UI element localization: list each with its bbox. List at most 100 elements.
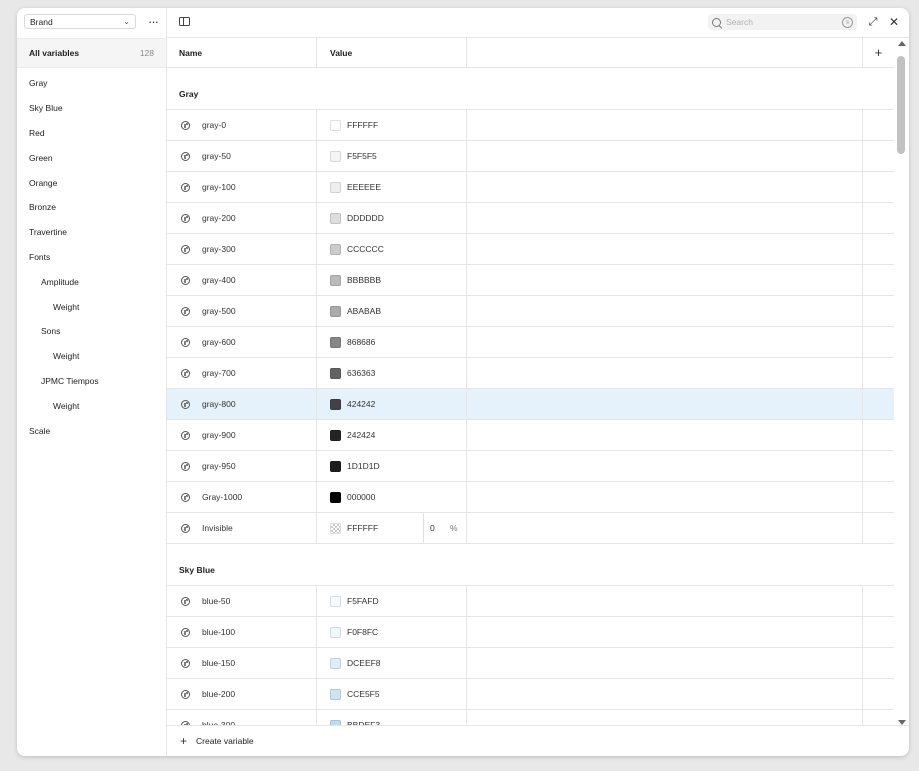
color-swatch[interactable] <box>330 522 341 534</box>
table-row[interactable]: Invisible FFFFFF 0% <box>167 513 894 544</box>
sidebar-item-green[interactable]: Green <box>17 145 166 170</box>
value-cell[interactable]: FFFFFF <box>317 110 467 140</box>
table-row[interactable]: blue-50 F5FAFD <box>167 586 894 617</box>
sidebar-item-weight[interactable]: Weight <box>17 294 166 319</box>
filter-icon[interactable]: ≡ <box>842 17 853 28</box>
table-row[interactable]: gray-500 ABABAB <box>167 296 894 327</box>
color-swatch[interactable] <box>330 305 341 317</box>
sidebar-item-sons[interactable]: Sons <box>17 319 166 344</box>
sidebar-item-scale[interactable]: Scale <box>17 418 166 443</box>
name-cell[interactable]: Gray-1000 <box>167 482 317 512</box>
name-cell[interactable]: gray-200 <box>167 203 317 233</box>
sidebar-toggle-icon[interactable] <box>179 17 190 26</box>
sidebar-item-amplitude[interactable]: Amplitude <box>17 269 166 294</box>
name-cell[interactable]: blue-300 <box>167 710 317 725</box>
value-cell[interactable]: F5F5F5 <box>317 141 467 171</box>
table-row[interactable]: gray-50 F5F5F5 <box>167 141 894 172</box>
table-row[interactable]: gray-700 636363 <box>167 358 894 389</box>
value-cell[interactable]: ABABAB <box>317 296 467 326</box>
color-swatch[interactable] <box>330 243 341 255</box>
sidebar-item-weight[interactable]: Weight <box>17 393 166 418</box>
create-variable-button[interactable]: + Create variable <box>167 725 909 756</box>
value-cell[interactable]: 868686 <box>317 327 467 357</box>
color-swatch[interactable] <box>330 119 341 131</box>
name-cell[interactable]: gray-950 <box>167 451 317 481</box>
table-row[interactable]: blue-150 DCEEF8 <box>167 648 894 679</box>
name-cell[interactable]: blue-50 <box>167 586 317 616</box>
name-cell[interactable]: Invisible <box>167 513 317 543</box>
name-cell[interactable]: blue-150 <box>167 648 317 678</box>
name-cell[interactable]: gray-700 <box>167 358 317 388</box>
name-cell[interactable]: gray-800 <box>167 389 317 419</box>
sidebar-item-orange[interactable]: Orange <box>17 170 166 195</box>
table-row[interactable]: blue-300 BBDEF3 <box>167 710 894 725</box>
sidebar-item-sky-blue[interactable]: Sky Blue <box>17 96 166 121</box>
sidebar-item-weight[interactable]: Weight <box>17 344 166 369</box>
value-cell[interactable]: DDDDDD <box>317 203 467 233</box>
sidebar-item-red[interactable]: Red <box>17 121 166 146</box>
color-swatch[interactable] <box>330 429 341 441</box>
table-row[interactable]: gray-800 424242 <box>167 389 894 420</box>
value-cell[interactable]: CCCCCC <box>317 234 467 264</box>
table-row[interactable]: gray-200 DDDDDD <box>167 203 894 234</box>
color-swatch[interactable] <box>330 688 341 700</box>
value-cell[interactable]: 000000 <box>317 482 467 512</box>
color-swatch[interactable] <box>330 336 341 348</box>
sidebar-item-bronze[interactable]: Bronze <box>17 195 166 220</box>
value-cell[interactable]: 1D1D1D <box>317 451 467 481</box>
search-input[interactable] <box>726 17 836 27</box>
color-swatch[interactable] <box>330 150 341 162</box>
color-swatch[interactable] <box>330 274 341 286</box>
value-cell[interactable]: CCE5F5 <box>317 679 467 709</box>
value-cell[interactable]: 636363 <box>317 358 467 388</box>
expand-icon[interactable]: ⤢ <box>866 15 880 29</box>
table-row[interactable]: gray-400 BBBBBB <box>167 265 894 296</box>
color-swatch[interactable] <box>330 626 341 638</box>
color-swatch[interactable] <box>330 491 341 503</box>
value-cell[interactable]: DCEEF8 <box>317 648 467 678</box>
name-cell[interactable]: gray-900 <box>167 420 317 450</box>
value-cell[interactable]: FFFFFF 0% <box>317 513 467 543</box>
close-icon[interactable]: ✕ <box>887 15 901 29</box>
sidebar-item-gray[interactable]: Gray <box>17 71 166 96</box>
color-swatch[interactable] <box>330 460 341 472</box>
table-row[interactable]: gray-100 EEEEEE <box>167 172 894 203</box>
name-cell[interactable]: gray-300 <box>167 234 317 264</box>
table-row[interactable]: Gray-1000 000000 <box>167 482 894 513</box>
collection-select[interactable]: Brand ⌄ <box>24 14 136 29</box>
name-cell[interactable]: gray-400 <box>167 265 317 295</box>
more-icon[interactable]: ··· <box>143 14 163 29</box>
value-cell[interactable]: F0F8FC <box>317 617 467 647</box>
name-cell[interactable]: gray-0 <box>167 110 317 140</box>
search-box[interactable]: ≡ <box>708 14 857 30</box>
name-cell[interactable]: gray-100 <box>167 172 317 202</box>
value-cell[interactable]: BBBBBB <box>317 265 467 295</box>
scrollbar-thumb[interactable] <box>897 56 905 154</box>
name-cell[interactable]: blue-200 <box>167 679 317 709</box>
table-row[interactable]: blue-200 CCE5F5 <box>167 679 894 710</box>
color-swatch[interactable] <box>330 181 341 193</box>
add-column-button[interactable]: + <box>863 38 894 67</box>
sidebar-item-jpmc-tiempos[interactable]: JPMC Tiempos <box>17 369 166 394</box>
name-cell[interactable]: blue-100 <box>167 617 317 647</box>
sidebar-item-travertine[interactable]: Travertine <box>17 220 166 245</box>
value-cell[interactable]: 424242 <box>317 389 467 419</box>
table-row[interactable]: gray-950 1D1D1D <box>167 451 894 482</box>
color-swatch[interactable] <box>330 212 341 224</box>
value-cell[interactable]: EEEEEE <box>317 172 467 202</box>
scrollbar[interactable] <box>895 38 909 725</box>
table-row[interactable]: gray-900 242424 <box>167 420 894 451</box>
name-cell[interactable]: gray-50 <box>167 141 317 171</box>
color-swatch[interactable] <box>330 398 341 410</box>
scroll-up-arrow-icon[interactable] <box>898 41 906 46</box>
value-cell[interactable]: F5FAFD <box>317 586 467 616</box>
table-row[interactable]: gray-300 CCCCCC <box>167 234 894 265</box>
color-swatch[interactable] <box>330 367 341 379</box>
table-row[interactable]: gray-0 FFFFFF <box>167 110 894 141</box>
color-swatch[interactable] <box>330 657 341 669</box>
name-cell[interactable]: gray-600 <box>167 327 317 357</box>
color-swatch[interactable] <box>330 595 341 607</box>
sidebar-item-fonts[interactable]: Fonts <box>17 245 166 270</box>
sidebar-item-all-variables[interactable]: All variables 128 <box>17 38 166 68</box>
table-row[interactable]: blue-100 F0F8FC <box>167 617 894 648</box>
